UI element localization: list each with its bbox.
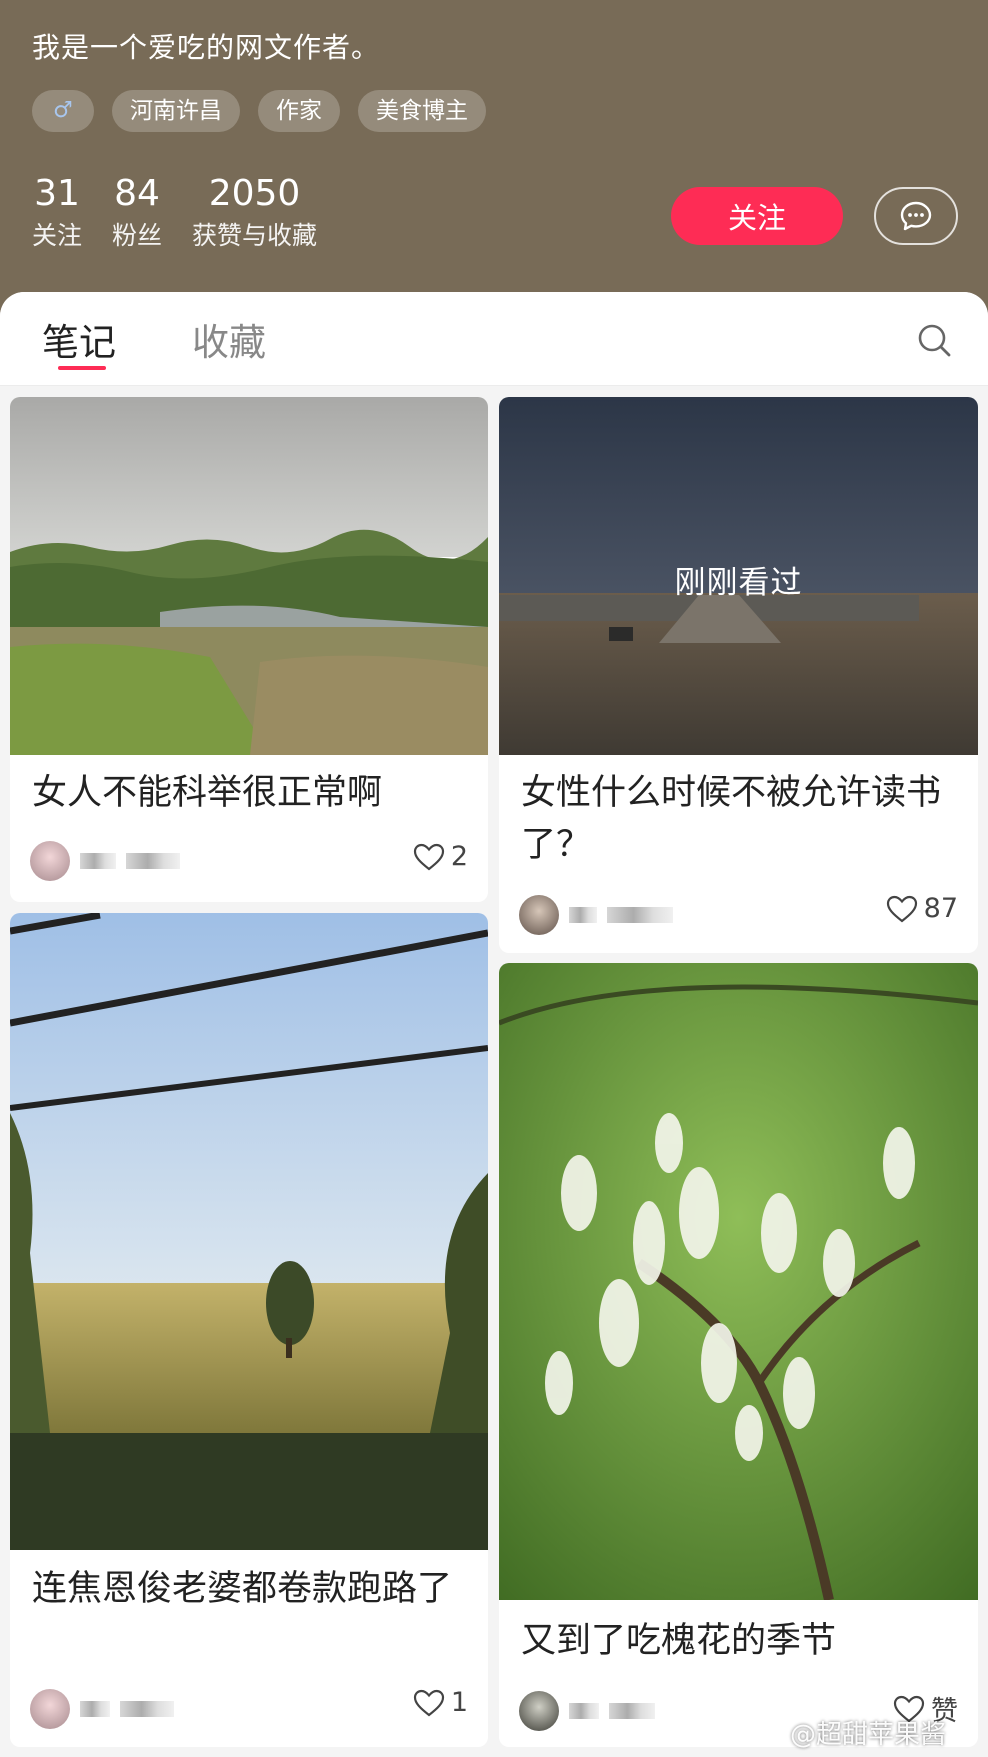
note-title: 女性什么时候不被允许读书了？ [521,773,942,865]
avatar [519,895,559,935]
stat-likes-count: 2050 [208,173,301,214]
stat-following-label: 关注 [32,221,83,250]
locust-blossom-tree-photo [499,963,978,1600]
note-card[interactable]: 连焦恩俊老婆都卷款跑路了 1 [10,913,488,1747]
heart-icon [886,895,917,922]
stat-following-count: 31 [34,173,80,214]
search-icon[interactable] [914,320,954,360]
note-author[interactable] [519,895,673,935]
like-count: 2 [450,841,468,872]
tag-location[interactable]: 河南许昌 [112,90,240,132]
weibo-watermark: @超甜苹果酱 [790,1720,947,1750]
grassland-river-photo [10,397,488,755]
tag-category[interactable]: 美食博主 [358,90,486,132]
avatar [30,1689,70,1729]
note-title: 又到了吃槐花的季节 [521,1621,837,1661]
profile-header: 我是一个爱吃的网文作者。 ♂ 河南许昌 作家 美食博主 31 关注 84 粉丝 … [0,0,988,320]
male-symbol-icon: ♂ [53,98,73,123]
heart-icon [413,843,444,870]
note-cover-image [10,913,488,1550]
gender-tag: ♂ [32,90,94,132]
tab-bar: 笔记 收藏 [0,292,988,386]
note-cover-image [499,963,978,1600]
note-card[interactable]: 刚刚看过 女性什么时候不被允许读书了？ 87 [499,397,978,953]
chat-bubble-icon [900,201,932,231]
stat-followers-label: 粉丝 [112,221,163,250]
wheat-field-power-lines-photo [10,913,488,1550]
like-button[interactable]: 87 [886,893,958,924]
author-name-redacted [609,1703,655,1719]
author-name-redacted [120,1701,174,1717]
profile-stats: 31 关注 84 粉丝 2050 获赞与收藏 [32,172,317,254]
profile-bio: 我是一个爱吃的网文作者。 [32,31,381,64]
author-name-redacted [569,1703,599,1719]
recently-viewed-label: 刚刚看过 [674,565,803,601]
note-cover-image [10,397,488,755]
heart-icon [413,1689,444,1716]
message-button[interactable] [874,187,958,245]
note-card[interactable]: 女人不能科举很正常啊 2 [10,397,488,902]
author-name-redacted [80,853,116,869]
note-author[interactable] [30,1689,174,1729]
tag-occupation[interactable]: 作家 [258,90,340,132]
stat-followers[interactable]: 84 粉丝 [112,172,162,254]
like-count: 1 [450,1687,468,1718]
like-button[interactable]: 2 [413,841,468,872]
follow-button[interactable]: 关注 [671,187,843,245]
like-count: 87 [923,893,958,924]
profile-tags: ♂ 河南许昌 作家 美食博主 [32,90,486,132]
note-author[interactable] [30,841,180,881]
stat-likes-label: 获赞与收藏 [192,221,318,250]
stat-followers-count: 84 [114,173,160,214]
author-name-redacted [607,907,673,923]
note-author[interactable] [519,1691,655,1731]
author-name-redacted [126,853,180,869]
active-tab-indicator [58,366,106,370]
tab-notes[interactable]: 笔记 [42,312,116,366]
tab-collections[interactable]: 收藏 [192,312,266,366]
note-cover-image: 刚刚看过 [499,397,978,755]
author-name-redacted [569,907,597,923]
avatar [519,1691,559,1731]
stat-likes-collections[interactable]: 2050 获赞与收藏 [192,172,317,254]
avatar [30,841,70,881]
like-button[interactable]: 1 [413,1687,468,1718]
note-card[interactable]: 又到了吃槐花的季节 赞 [499,963,978,1747]
note-title: 连焦恩俊老婆都卷款跑路了 [32,1569,453,1609]
note-title: 女人不能科举很正常啊 [32,773,383,813]
stat-following[interactable]: 31 关注 [32,172,82,254]
author-name-redacted [80,1701,110,1717]
